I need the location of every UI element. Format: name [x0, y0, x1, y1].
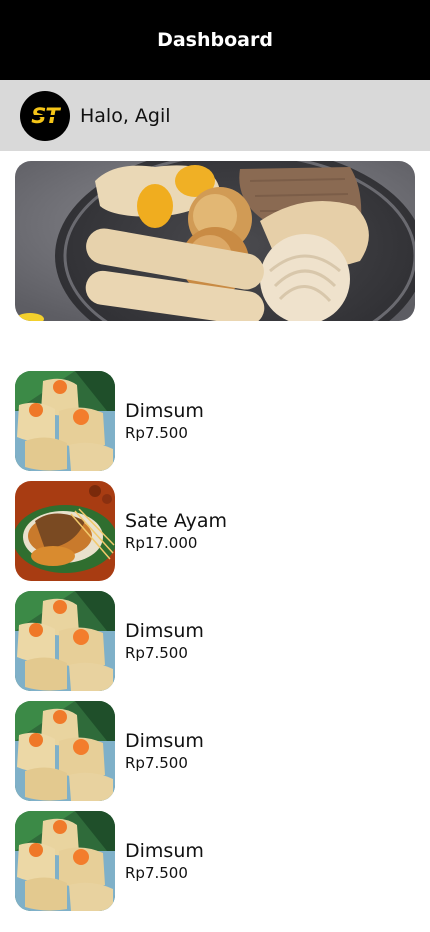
dimsum-image	[15, 701, 115, 801]
menu-item-dimsum[interactable]: Dimsum Rp7.500	[15, 811, 415, 911]
page-title: Dashboard	[157, 29, 273, 51]
menu-item-name: Sate Ayam	[125, 510, 227, 532]
menu-item-name: Dimsum	[125, 400, 204, 422]
menu-item-dimsum[interactable]: Dimsum Rp7.500	[15, 591, 415, 691]
greeting-bar: ST Halo, Agil	[0, 80, 430, 151]
menu-item-name: Dimsum	[125, 730, 204, 752]
menu-item-name: Dimsum	[125, 620, 204, 642]
greeting-text: Halo, Agil	[80, 104, 171, 127]
dimsum-image	[15, 371, 115, 471]
brand-logo: ST	[20, 90, 70, 141]
menu-item-price: Rp7.500	[125, 864, 188, 882]
sate-ayam-image	[15, 481, 115, 581]
brand-logo-text: ST	[25, 104, 65, 128]
menu-item-price: Rp17.000	[125, 534, 198, 552]
menu-item-price: Rp7.500	[125, 424, 188, 442]
menu-item-name: Dimsum	[125, 840, 204, 862]
dimsum-image	[15, 591, 115, 691]
siomay-platter-image	[15, 161, 415, 321]
menu-item-sate-ayam[interactable]: Sate Ayam Rp17.000	[15, 481, 415, 581]
menu-item-price: Rp7.500	[125, 754, 188, 772]
menu-item-dimsum[interactable]: Dimsum Rp7.500	[15, 371, 415, 471]
dimsum-image	[15, 811, 115, 911]
menu-item-dimsum[interactable]: Dimsum Rp7.500	[15, 701, 415, 801]
menu-list: Dimsum Rp7.500 Sate Ayam Rp17.000 Dimsum…	[15, 371, 415, 921]
menu-item-price: Rp7.500	[125, 644, 188, 662]
app-header: Dashboard	[0, 0, 430, 80]
promo-banner[interactable]	[15, 161, 415, 321]
